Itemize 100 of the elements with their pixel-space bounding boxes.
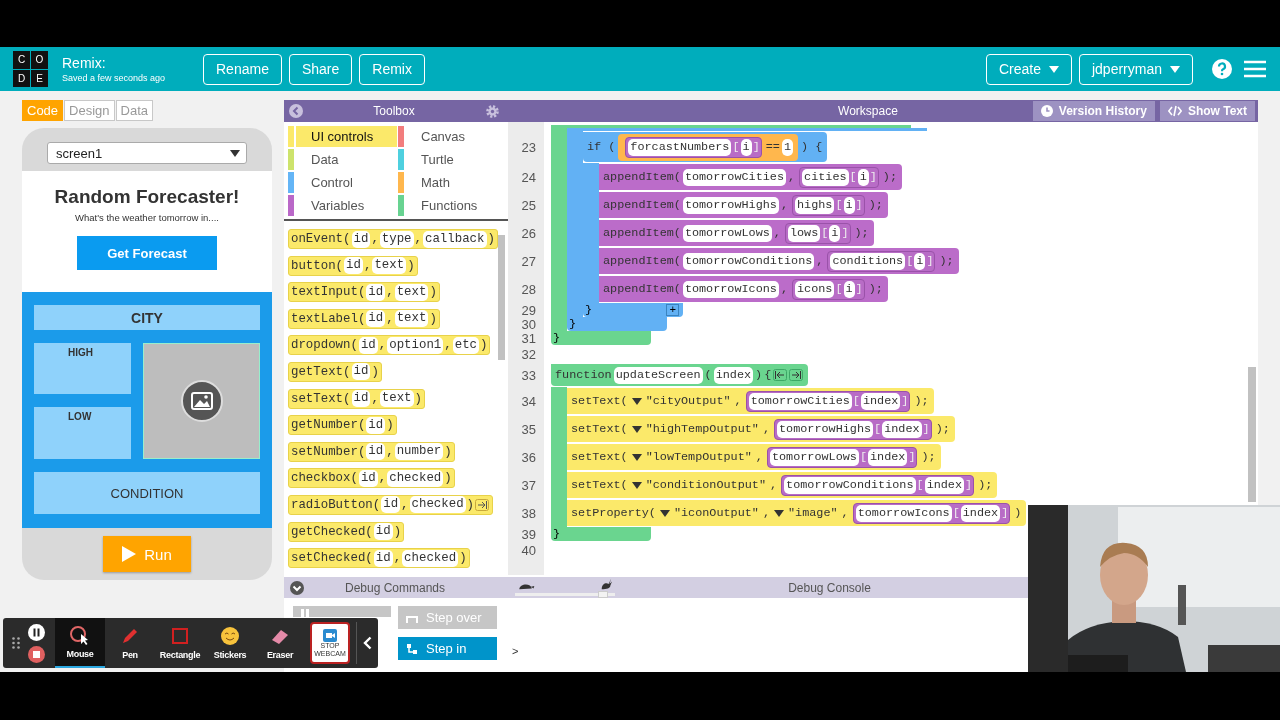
code-field[interactable]: forcastNumbers xyxy=(628,138,732,156)
code-field[interactable]: tomorrowCities xyxy=(682,168,786,186)
code-field[interactable]: i xyxy=(740,138,752,156)
arrow-left-icon[interactable] xyxy=(773,369,788,381)
code-field[interactable]: id xyxy=(358,336,378,354)
tool-button[interactable]: Pen xyxy=(105,618,155,668)
code-field[interactable]: i xyxy=(843,280,855,298)
code-field[interactable]: etc xyxy=(452,336,480,354)
if-block[interactable]: if ( forcastNumbers [ i ] == 1 ) { xyxy=(583,132,828,162)
code-field[interactable]: id xyxy=(358,469,378,487)
code-block[interactable]: textLabel( id , text ) xyxy=(288,308,440,329)
code-field[interactable]: tomorrowIcons xyxy=(855,504,952,522)
dropdown-field[interactable]: "image" xyxy=(774,506,838,520)
code-field[interactable]: type xyxy=(379,230,414,248)
code-field[interactable]: tomorrowLows xyxy=(682,224,772,242)
help-icon[interactable] xyxy=(1212,59,1232,79)
code-block[interactable]: checkbox( id , checked ) xyxy=(288,468,455,489)
statement-block[interactable]: appendItem( tomorrowIcons , icons [ i ] ); xyxy=(599,276,888,302)
code-field[interactable]: text xyxy=(372,257,407,275)
screen-dropdown[interactable]: screen1 xyxy=(47,142,247,164)
statement-block[interactable]: setText( "cityOutput" , tomorrowCities [ index ] ); xyxy=(567,388,934,414)
code-field[interactable]: i xyxy=(843,196,855,214)
code-block[interactable]: setNumber( id , number ) xyxy=(288,441,455,462)
settings-icon[interactable] xyxy=(485,103,500,119)
stop-button[interactable] xyxy=(28,645,45,663)
code-block[interactable]: getText( id ) xyxy=(288,361,382,382)
statement-block[interactable]: appendItem( tomorrowLows , lows [ i ] ); xyxy=(599,220,874,246)
tool-button[interactable]: Eraser xyxy=(255,618,305,668)
code-field[interactable]: text xyxy=(379,390,414,408)
code-field[interactable]: id xyxy=(351,363,371,381)
code-field[interactable]: id xyxy=(366,283,386,301)
menu-icon[interactable] xyxy=(1244,60,1266,78)
slider-thumb[interactable] xyxy=(597,591,608,598)
code-field[interactable]: text xyxy=(394,283,429,301)
dropdown-field[interactable]: "iconOutput" xyxy=(659,506,759,520)
chevron-left-icon[interactable] xyxy=(363,636,372,650)
statement-block[interactable]: setText( "conditionOutput" , tomorrowConditions [ index ] ); xyxy=(567,472,998,498)
statement-block[interactable]: setProperty( "iconOutput" , "image" , tomorrowIcons [ index ] ) xyxy=(567,500,1027,526)
code-field[interactable]: updateScreen xyxy=(613,366,703,384)
grip-icon[interactable] xyxy=(11,637,20,649)
code-field[interactable]: tomorrowConditions xyxy=(784,476,916,494)
code-field[interactable]: index xyxy=(924,476,965,494)
code-field[interactable]: id xyxy=(351,230,371,248)
logo[interactable]: C O D E xyxy=(13,51,48,87)
category-item[interactable]: Variables xyxy=(288,194,397,217)
dropdown-field[interactable]: "conditionOutput" xyxy=(631,478,766,492)
code-field[interactable]: i xyxy=(857,168,869,186)
collapse-icon[interactable] xyxy=(290,580,304,595)
code-field[interactable]: lows xyxy=(787,224,821,242)
statement-block[interactable]: appendItem( tomorrowCities , cities [ i ] ); xyxy=(599,164,903,190)
code-field[interactable]: id xyxy=(351,390,371,408)
tool-button[interactable]: Rectangle xyxy=(155,618,205,668)
code-field[interactable]: index xyxy=(860,392,901,410)
code-block[interactable]: radioButton( id , checked ) xyxy=(288,494,494,515)
scrollbar[interactable] xyxy=(1248,367,1256,502)
statement-block[interactable]: appendItem( tomorrowHighs , highs [ i ] ); xyxy=(599,192,888,218)
dropdown-field[interactable]: "lowTempOutput" xyxy=(631,450,752,464)
code-field[interactable]: tomorrowHighs xyxy=(682,196,779,214)
code-field[interactable]: index xyxy=(882,420,922,438)
code-block[interactable]: onEvent( id , type , callback ) xyxy=(288,229,498,249)
code-block[interactable]: setText( id , text ) xyxy=(288,388,425,409)
code-field[interactable]: id xyxy=(373,549,393,567)
code-field[interactable]: id xyxy=(344,257,363,275)
code-field[interactable]: i xyxy=(914,252,926,270)
statement-block[interactable]: setText( "highTempOutput" , tomorrowHighs [ index ] ); xyxy=(567,416,955,442)
code-field[interactable]: cities xyxy=(802,168,849,186)
code-field[interactable]: tomorrowConditions xyxy=(682,252,815,270)
code-block[interactable]: getChecked( id ) xyxy=(288,521,405,542)
statement-block[interactable]: appendItem( tomorrowConditions , conditions [ i ] ); xyxy=(599,248,959,274)
category-item[interactable]: Control xyxy=(288,171,397,194)
code-field[interactable]: option1 xyxy=(387,336,444,354)
pause-button[interactable] xyxy=(28,623,45,641)
category-item[interactable]: Data xyxy=(288,148,397,171)
arrow-right-icon[interactable] xyxy=(789,369,804,381)
rabbit-icon[interactable] xyxy=(600,577,612,591)
code-field[interactable]: id xyxy=(366,443,386,461)
code-field[interactable]: checked xyxy=(402,549,459,567)
code-field[interactable]: id xyxy=(366,416,386,434)
code-field[interactable]: 1 xyxy=(781,138,793,156)
code-field[interactable]: conditions xyxy=(830,252,906,270)
dropdown-field[interactable]: "cityOutput" xyxy=(631,394,731,408)
code-field[interactable]: text xyxy=(394,310,429,328)
code-block[interactable]: textInput( id , text ) xyxy=(288,282,440,303)
category-item[interactable]: Turtle xyxy=(398,148,507,171)
code-field[interactable]: callback xyxy=(423,230,487,248)
code-field[interactable]: index xyxy=(960,504,1001,522)
code-field[interactable]: checked xyxy=(409,496,466,514)
code-block[interactable]: dropdown( id , option1 , etc ) xyxy=(288,335,491,356)
code-field[interactable]: highs xyxy=(795,196,835,214)
code-block[interactable]: button( id , text ) xyxy=(288,255,418,276)
tool-button[interactable]: Mouse xyxy=(55,618,105,668)
tool-button[interactable]: Stickers xyxy=(205,618,255,668)
category-item[interactable]: Math xyxy=(398,171,507,194)
code-block[interactable]: setChecked( id , checked ) xyxy=(288,548,470,569)
category-item[interactable]: Functions xyxy=(398,194,507,217)
code-block[interactable]: getNumber( id ) xyxy=(288,415,397,436)
code-field[interactable]: id xyxy=(381,496,401,514)
category-item[interactable]: Canvas xyxy=(398,125,507,148)
function-block[interactable]: function updateScreen ( index ) { xyxy=(551,364,809,386)
statement-block[interactable]: setText( "lowTempOutput" , tomorrowLows [ index ] ); xyxy=(567,444,941,470)
